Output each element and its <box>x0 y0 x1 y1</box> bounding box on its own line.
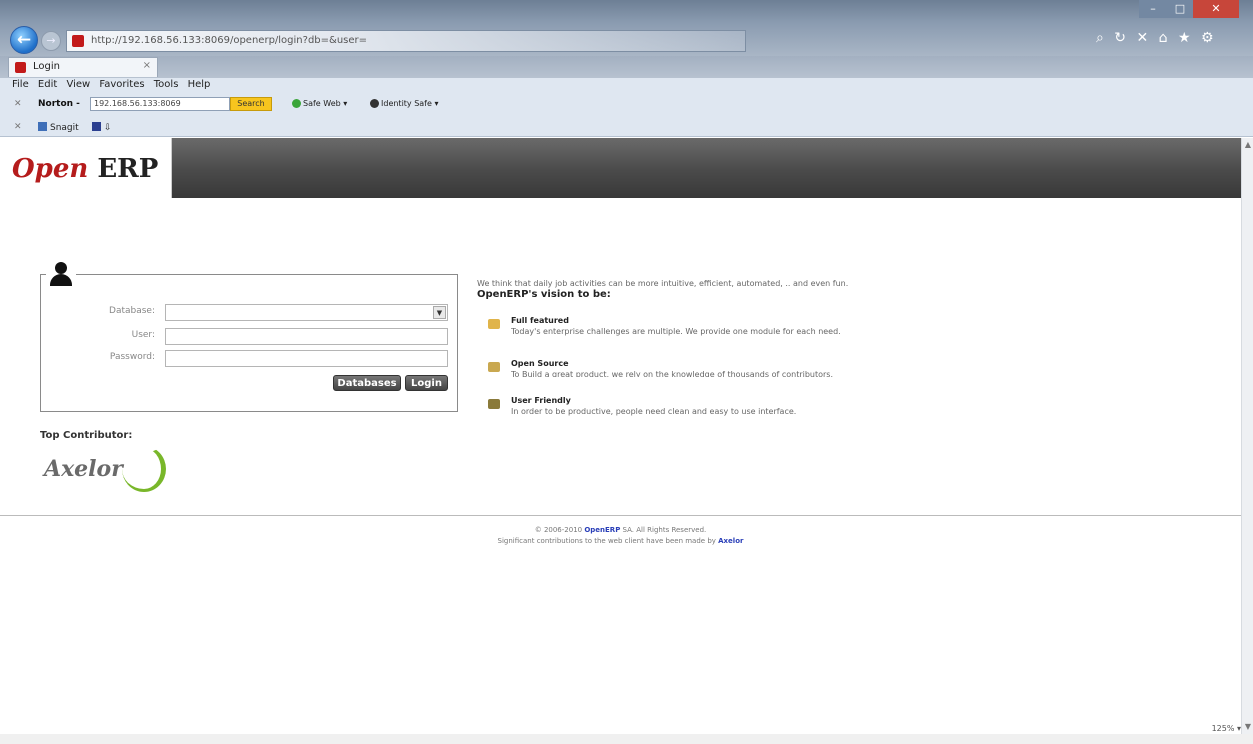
password-input[interactable] <box>165 350 448 367</box>
snagit-toolbar: ✕ Snagit ⇩ <box>0 119 1253 137</box>
norton-search-button[interactable]: Search <box>230 97 272 111</box>
tab-login[interactable]: Login × <box>8 57 158 77</box>
tab-strip <box>0 56 1253 78</box>
identity-safe-label: Identity Safe ▾ <box>381 99 439 108</box>
norton-search-input[interactable]: 192.168.56.133:8069 <box>90 97 230 111</box>
browser-menubar: File Edit View Favorites Tools Help <box>0 78 1253 93</box>
search-icon[interactable]: ⌕ <box>1096 30 1104 46</box>
page-content: Open ERP Database: ▼ User: Password: Dat… <box>0 138 1241 734</box>
feature-title-open-source: Open Source <box>511 359 569 368</box>
axelor-swoosh-icon <box>122 446 166 492</box>
user-label: User: <box>131 330 155 340</box>
back-arrow-icon[interactable]: ← <box>10 26 38 54</box>
database-select[interactable]: ▼ <box>165 304 448 321</box>
zoom-level[interactable]: 125% ▾ <box>1212 724 1241 733</box>
menu-edit[interactable]: Edit <box>38 79 57 90</box>
footer-divider <box>0 515 1241 516</box>
databases-button[interactable]: Databases <box>333 375 401 391</box>
identity-safe-icon <box>370 99 379 108</box>
site-favicon-icon <box>72 35 84 47</box>
home-icon[interactable]: ⌂ <box>1159 30 1168 46</box>
login-button[interactable]: Login <box>405 375 448 391</box>
scroll-down-icon[interactable]: ▼ <box>1244 722 1252 731</box>
close-window-icon[interactable]: ✕ <box>1193 0 1239 18</box>
logo-box: Open ERP <box>0 138 172 198</box>
openerp-header <box>0 138 1241 198</box>
toolbar2-close-icon[interactable]: ✕ <box>14 122 22 132</box>
refresh-icon[interactable]: ↻ <box>1114 30 1126 46</box>
zoom-value: 125% <box>1211 724 1235 733</box>
minimize-icon[interactable]: – <box>1139 0 1167 18</box>
menu-favorites[interactable]: Favorites <box>99 79 144 90</box>
footer-contributions: Significant contributions to the web cli… <box>0 537 1241 545</box>
logo-open-text: Open <box>12 154 89 184</box>
tab-title: Login <box>33 61 60 72</box>
full-featured-icon <box>488 319 500 329</box>
snagit-button[interactable]: Snagit <box>38 122 79 133</box>
top-contributor-label: Top Contributor: <box>40 430 133 441</box>
browser-right-tools: ⌕ ↻ ✕ ⌂ ★ ⚙ <box>1096 30 1246 50</box>
feature-title-full-featured: Full featured <box>511 316 569 325</box>
menu-file[interactable]: File <box>12 79 29 90</box>
footer-copyright: © 2006-2010 OpenERP SA. All Rights Reser… <box>0 526 1241 534</box>
password-label: Password: <box>109 352 155 362</box>
menu-tools[interactable]: Tools <box>154 79 179 90</box>
snagit-icon <box>38 122 47 131</box>
user-icon <box>46 258 76 288</box>
vision-intro: We think that daily job activities can b… <box>477 279 849 288</box>
footer-contrib-text: Significant contributions to the web cli… <box>497 537 719 545</box>
open-source-icon <box>488 362 500 372</box>
menu-view[interactable]: View <box>66 79 90 90</box>
address-url: http://192.168.56.133:8069/openerp/login… <box>91 35 368 46</box>
tab-close-icon[interactable]: × <box>143 60 151 71</box>
chevron-down-icon[interactable]: ▼ <box>433 306 446 319</box>
stop-icon[interactable]: ✕ <box>1136 30 1148 46</box>
safe-web-button[interactable]: Safe Web ▾ <box>292 99 347 108</box>
openerp-logo[interactable]: Open ERP <box>12 154 158 184</box>
address-bar[interactable]: http://192.168.56.133:8069/openerp/login… <box>66 30 746 52</box>
status-bar <box>0 734 1253 744</box>
axelor-logo[interactable]: Axelor <box>44 456 123 482</box>
identity-safe-button[interactable]: Identity Safe ▾ <box>370 99 438 108</box>
favorites-star-icon[interactable]: ★ <box>1178 30 1191 46</box>
settings-gear-icon[interactable]: ⚙ <box>1201 30 1214 46</box>
norton-label: Norton - <box>38 99 80 109</box>
window-controls: – □ ✕ <box>1139 0 1249 18</box>
feature-desc-full-featured: Today's enterprise challenges are multip… <box>511 327 841 336</box>
vertical-scrollbar[interactable]: ▲ ▼ <box>1241 138 1253 734</box>
database-label: Database: <box>109 306 155 316</box>
snagit-capture-label: ⇩ <box>104 123 112 133</box>
footer-openerp-link[interactable]: OpenERP <box>584 526 620 534</box>
footer-axelor-link[interactable]: Axelor <box>718 537 743 545</box>
tab-favicon-icon <box>15 62 26 73</box>
logo-erp-text: ERP <box>97 154 159 184</box>
user-friendly-icon <box>488 399 500 409</box>
norton-toolbar: ✕ Norton - 192.168.56.133:8069 Search Sa… <box>0 93 1253 119</box>
menu-help[interactable]: Help <box>188 79 211 90</box>
forward-arrow-icon[interactable]: → <box>41 31 61 51</box>
feature-title-user-friendly: User Friendly <box>511 396 571 405</box>
footer-copyright-prefix: © 2006-2010 <box>534 526 585 534</box>
snagit-capture-icon <box>92 122 101 131</box>
feature-desc-open-source: To Build a great product, we rely on the… <box>511 370 834 377</box>
safe-web-label: Safe Web ▾ <box>303 99 348 108</box>
footer-copyright-suffix: SA. All Rights Reserved. <box>620 526 707 534</box>
feature-desc-user-friendly: In order to be productive, people need c… <box>511 407 797 416</box>
snagit-label: Snagit <box>50 123 79 133</box>
vision-title: OpenERP's vision to be: <box>477 289 611 300</box>
toolbar-close-icon[interactable]: ✕ <box>14 99 22 109</box>
browser-titlebar: ← → http://192.168.56.133:8069/openerp/l… <box>0 0 1253 56</box>
safe-web-icon <box>292 99 301 108</box>
maximize-icon[interactable]: □ <box>1167 0 1193 18</box>
scroll-up-icon[interactable]: ▲ <box>1244 140 1252 149</box>
snagit-capture-button[interactable]: ⇩ <box>92 122 112 133</box>
user-input[interactable] <box>165 328 448 345</box>
